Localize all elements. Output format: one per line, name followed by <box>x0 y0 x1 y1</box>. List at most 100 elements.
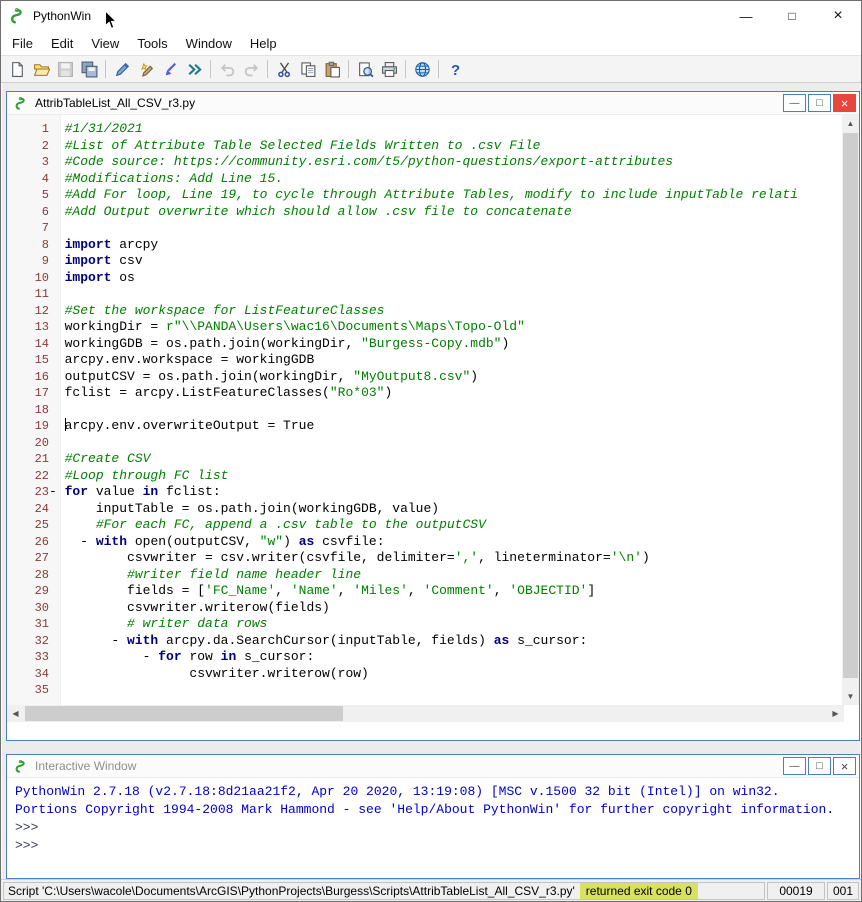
line-number: 6 <box>41 204 49 219</box>
redo-button[interactable] <box>239 57 263 81</box>
maximize-button[interactable]: □ <box>769 1 815 31</box>
print-preview-button[interactable] <box>353 57 377 81</box>
editor-titlebar[interactable]: AttribTableList_All_CSV_r3.py — □ × <box>7 92 859 115</box>
code-line[interactable]: 2 #List of Attribute Table Selected Fiel… <box>7 138 842 155</box>
menu-item-view[interactable]: View <box>82 33 128 54</box>
cut-button[interactable] <box>272 57 296 81</box>
code-line[interactable]: 5 #Add For loop, Line 19, to cycle throu… <box>7 187 842 204</box>
code-editor[interactable]: 1 #1/31/2021 2 #List of Attribute Table S… <box>7 115 859 705</box>
code-line[interactable]: 7 <box>7 220 842 237</box>
import-script-button[interactable] <box>158 57 182 81</box>
menu-item-help[interactable]: Help <box>241 33 286 54</box>
code-line[interactable]: 30 csvwriter.writerow(fields) <box>7 600 842 617</box>
line-number: 5 <box>41 188 49 202</box>
code-line[interactable]: 35 <box>7 682 842 699</box>
code-line[interactable]: 22 #Loop through FC list <box>7 468 842 485</box>
run-script-button[interactable] <box>182 57 206 81</box>
copy-button[interactable] <box>296 57 320 81</box>
interactive-prompt-line: >>> <box>15 838 47 853</box>
menu-item-window[interactable]: Window <box>177 33 241 54</box>
line-number: 4 <box>41 171 49 186</box>
save-button[interactable] <box>53 57 77 81</box>
code-line[interactable]: 26 - with open(outputCSV, "w") as csvfil… <box>7 534 842 551</box>
code-line[interactable]: 23- for value in fclist: <box>7 484 842 501</box>
status-line-indicator: 00019 <box>767 881 825 900</box>
code-line[interactable]: 9 import csv <box>7 253 842 270</box>
line-number: 22 <box>34 468 49 483</box>
code-line[interactable]: 18 <box>7 402 842 419</box>
code-line[interactable]: 12 #Set the workspace for ListFeatureCla… <box>7 303 842 320</box>
open-file-button[interactable] <box>29 57 53 81</box>
redo-icon <box>243 61 260 78</box>
vertical-scroll-thumb[interactable] <box>843 133 858 678</box>
code-line[interactable]: 1 #1/31/2021 <box>7 121 842 138</box>
menu-item-tools[interactable]: Tools <box>128 33 176 54</box>
interactive-banner-line: Portions Copyright 1994-2008 Mark Hammon… <box>15 802 835 817</box>
interactive-close-button[interactable]: × <box>833 757 856 775</box>
status-exit-code: returned exit code 0 <box>579 882 698 899</box>
interactive-window-buttons: — □ × <box>783 757 856 775</box>
python-interactive-icon <box>14 759 29 774</box>
line-number: 21 <box>34 452 49 466</box>
code-line[interactable]: 17 fclist = arcpy.ListFeatureClasses("Ro… <box>7 385 842 402</box>
code-line[interactable]: 25 #For each FC, append a .csv table to … <box>7 517 842 534</box>
code-line[interactable]: 34 csvwriter.writerow(row) <box>7 666 842 683</box>
editor-close-button[interactable]: × <box>833 94 856 112</box>
close-button[interactable]: × <box>815 1 861 31</box>
code-line[interactable]: 10 import os <box>7 270 842 287</box>
line-number: 33 <box>34 650 49 664</box>
scroll-right-icon[interactable]: ▶ <box>827 705 844 722</box>
code-line[interactable]: 29 fields = ['FC_Name', 'Name', 'Miles',… <box>7 583 842 600</box>
menu-item-file[interactable]: File <box>3 33 42 54</box>
code-line[interactable]: 28 #writer field name header line <box>7 567 842 584</box>
print-button[interactable] <box>377 57 401 81</box>
code-line[interactable]: 33 - for row in s_cursor: <box>7 649 842 666</box>
code-line[interactable]: 21 #Create CSV <box>7 451 842 468</box>
print-icon <box>381 61 398 78</box>
code-line[interactable]: 16 outputCSV = os.path.join(workingDir, … <box>7 369 842 386</box>
macro-edit-button[interactable] <box>134 57 158 81</box>
interactive-titlebar[interactable]: Interactive Window — □ × <box>7 755 859 778</box>
code-line[interactable]: 13 workingDir = r"\\PANDA\Users\wac16\Do… <box>7 319 842 336</box>
code-line[interactable]: 24 inputTable = os.path.join(workingGDB,… <box>7 501 842 518</box>
interactive-minimize-button[interactable]: — <box>783 757 806 775</box>
code-line[interactable]: 15 arcpy.env.workspace = workingGDB <box>7 352 842 369</box>
titlebar[interactable]: PythonWin — □ × <box>1 1 861 31</box>
scroll-down-icon[interactable]: ▼ <box>842 688 859 705</box>
help-button[interactable]: ? <box>443 57 467 81</box>
editor-vertical-scrollbar[interactable]: ▲ ▼ <box>842 115 859 705</box>
line-number: 11 <box>34 287 49 301</box>
paste-button[interactable] <box>320 57 344 81</box>
edit-pencil-button[interactable] <box>110 57 134 81</box>
interactive-console[interactable]: PythonWin 2.7.18 (v2.7.18:8d21aa21f2, Ap… <box>7 778 859 860</box>
horizontal-scroll-thumb[interactable] <box>25 706 343 721</box>
scroll-up-icon[interactable]: ▲ <box>842 115 859 132</box>
editor-maximize-button[interactable]: □ <box>808 94 831 112</box>
minimize-button[interactable]: — <box>723 1 769 31</box>
code-line[interactable]: 3 #Code source: https://community.esri.c… <box>7 154 842 171</box>
save-all-button[interactable] <box>77 57 101 81</box>
line-number: 29 <box>34 584 49 598</box>
code-line[interactable]: 27 csvwriter = csv.writer(csvfile, delim… <box>7 550 842 567</box>
new-file-button[interactable] <box>5 57 29 81</box>
save-all-icon <box>81 61 98 78</box>
cut-icon <box>276 61 293 78</box>
code-line[interactable]: 11 <box>7 286 842 303</box>
code-line[interactable]: 31 # writer data rows <box>7 616 842 633</box>
code-line[interactable]: 20 <box>7 435 842 452</box>
code-line[interactable]: 32 - with arcpy.da.SearchCursor(inputTab… <box>7 633 842 650</box>
editor-minimize-button[interactable]: — <box>783 94 806 112</box>
scroll-left-icon[interactable]: ◀ <box>7 705 24 722</box>
line-number: 24 <box>34 501 49 516</box>
menu-item-edit[interactable]: Edit <box>42 33 82 54</box>
undo-button[interactable] <box>215 57 239 81</box>
code-line[interactable]: 14 workingGDB = os.path.join(workingDir,… <box>7 336 842 353</box>
code-line[interactable]: 8 import arcpy <box>7 237 842 254</box>
code-line[interactable]: 19 arcpy.env.overwriteOutput = True <box>7 418 842 435</box>
interactive-maximize-button[interactable]: □ <box>808 757 831 775</box>
code-line[interactable]: 4 #Modifications: Add Line 15. <box>7 171 842 188</box>
editor-horizontal-scrollbar[interactable]: ◀ ▶ <box>7 705 844 722</box>
line-number: 31 <box>34 617 49 631</box>
web-help-button[interactable] <box>410 57 434 81</box>
code-line[interactable]: 6 #Add Output overwrite which should all… <box>7 204 842 221</box>
